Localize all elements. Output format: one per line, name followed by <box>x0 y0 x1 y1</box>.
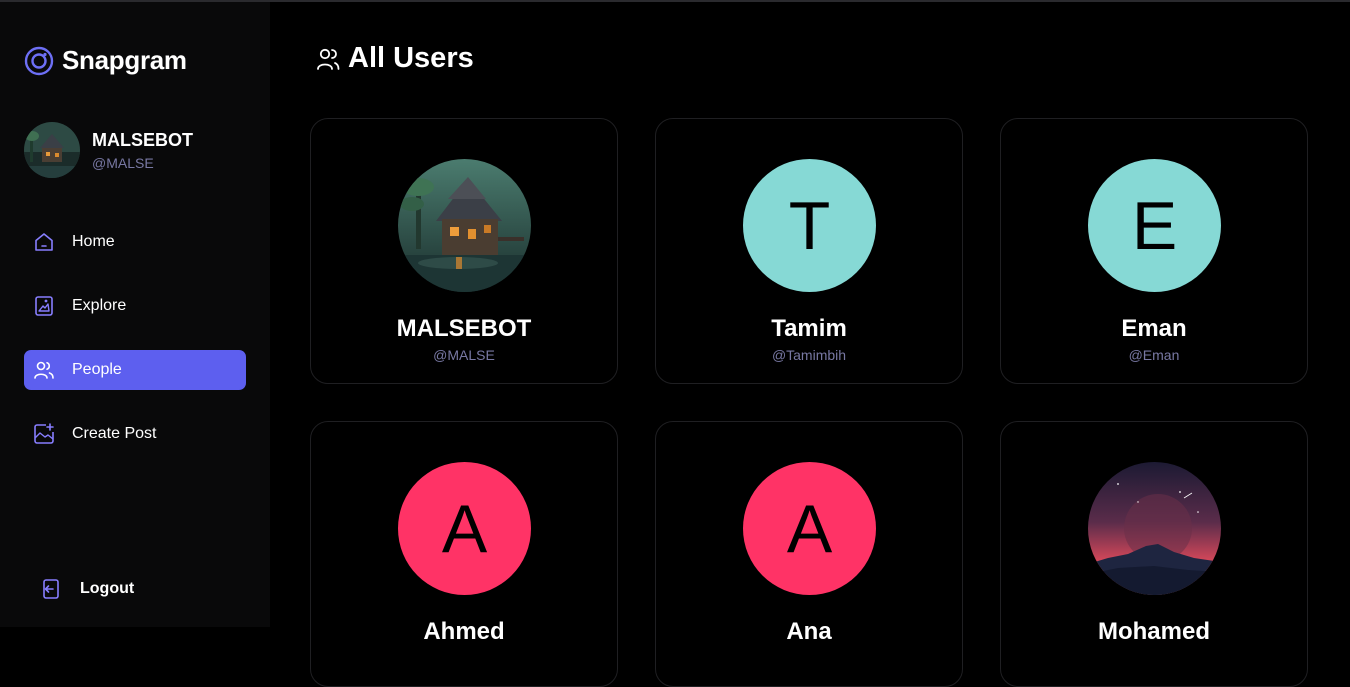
user-name: Ahmed <box>423 618 505 645</box>
profile-name: MALSEBOT <box>92 129 193 150</box>
user-handle: @MALSE <box>433 347 495 363</box>
nav-item-create-post[interactable]: Create Post <box>24 414 246 454</box>
nav-item-label: People <box>72 361 122 378</box>
user-name: Eman <box>1121 315 1187 342</box>
user-card[interactable]: MALSEBOT @MALSE <box>310 118 618 384</box>
create-post-icon <box>32 422 56 446</box>
user-card[interactable]: E Eman @Eman <box>1000 118 1308 384</box>
avatar <box>1088 462 1221 595</box>
left-sidebar: Snapgram MALSEBOT @MALSE Home Explore Pe… <box>0 2 270 627</box>
logout-label: Logout <box>80 580 135 597</box>
avatar: A <box>398 462 531 595</box>
nav-item-home[interactable]: Home <box>24 222 246 262</box>
avatar-initial: A <box>786 490 833 567</box>
user-handle: @Tamimbih <box>771 347 847 363</box>
nav-item-label: Home <box>72 233 115 250</box>
avatar: T <box>743 159 876 292</box>
current-user-profile[interactable]: MALSEBOT @MALSE <box>24 122 193 178</box>
user-handle: @Eman <box>1128 347 1180 363</box>
user-profile-picture <box>1088 462 1221 595</box>
home-icon <box>32 230 56 254</box>
snapgram-logo-icon <box>24 46 54 75</box>
profile-handle: @MALSE <box>92 154 154 171</box>
logout-button[interactable]: Logout <box>40 577 134 601</box>
avatar <box>24 122 80 178</box>
user-name: Ana <box>786 618 832 645</box>
app-logo[interactable]: Snapgram <box>24 45 187 76</box>
page-title: All Users <box>348 42 474 74</box>
avatar: A <box>743 462 876 595</box>
user-name: MALSEBOT <box>396 315 532 342</box>
user-card[interactable]: A Ahmed <box>310 421 618 687</box>
user-card[interactable]: A Ana <box>655 421 963 687</box>
avatar-initial: E <box>1131 187 1178 264</box>
user-name: Mohamed <box>1097 618 1210 645</box>
avatar <box>398 159 531 292</box>
logout-icon <box>40 577 64 601</box>
nav-item-people[interactable]: People <box>24 350 246 390</box>
avatar-initial: T <box>788 187 831 264</box>
main-content: All Users MALSEBOT @MALSE T Tamim @Tamim… <box>270 2 1350 687</box>
user-card[interactable]: Mohamed <box>1000 421 1308 687</box>
user-card[interactable]: T Tamim @Tamimbih <box>655 118 963 384</box>
avatar: E <box>1088 159 1221 292</box>
nav-item-label: Explore <box>72 297 127 314</box>
profile-picture <box>24 122 80 178</box>
people-icon <box>32 358 56 382</box>
user-name: Tamim <box>771 315 847 342</box>
page-header: All Users <box>314 42 474 75</box>
explore-icon <box>32 294 56 318</box>
nav-item-explore[interactable]: Explore <box>24 286 246 326</box>
app-name: Snapgram <box>62 45 187 75</box>
avatar-initial: A <box>441 490 488 567</box>
people-icon <box>317 48 340 70</box>
user-profile-picture <box>398 159 531 292</box>
nav-item-label: Create Post <box>72 425 157 442</box>
